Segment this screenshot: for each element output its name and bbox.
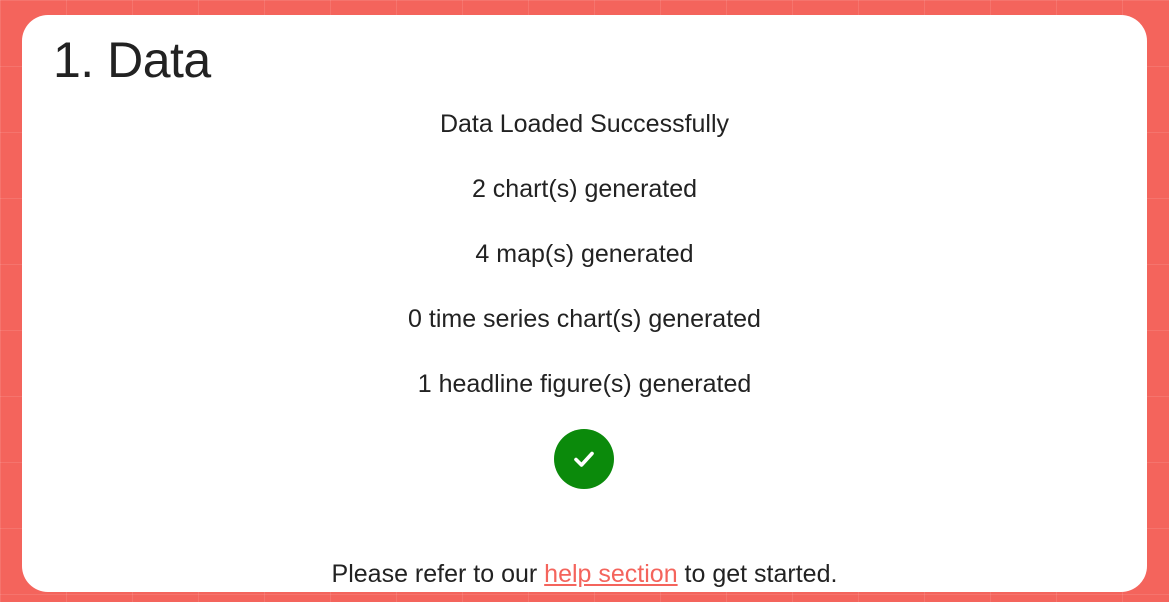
status-message-loaded: Data Loaded Successfully [439, 110, 730, 138]
status-message-charts: 2 chart(s) generated [471, 175, 698, 203]
page-title: 1. Data [53, 32, 211, 88]
status-list: Data Loaded Successfully 2 chart(s) gene… [22, 105, 1147, 430]
status-message-time-series: 0 time series chart(s) generated [408, 305, 761, 333]
status-message-headline-figures: 1 headline figure(s) generated [417, 370, 752, 398]
help-message-prefix: Please refer to our [331, 560, 545, 588]
data-panel: 1. Data Data Loaded Successfully 2 chart… [22, 15, 1147, 592]
help-section-link[interactable]: help section [544, 560, 677, 588]
checkmark-icon [574, 451, 594, 467]
status-message-maps: 4 map(s) generated [475, 240, 694, 268]
help-message-suffix: to get started. [677, 560, 838, 588]
check-circle-icon [554, 429, 614, 489]
help-message: Please refer to our help section to get … [22, 556, 1147, 592]
